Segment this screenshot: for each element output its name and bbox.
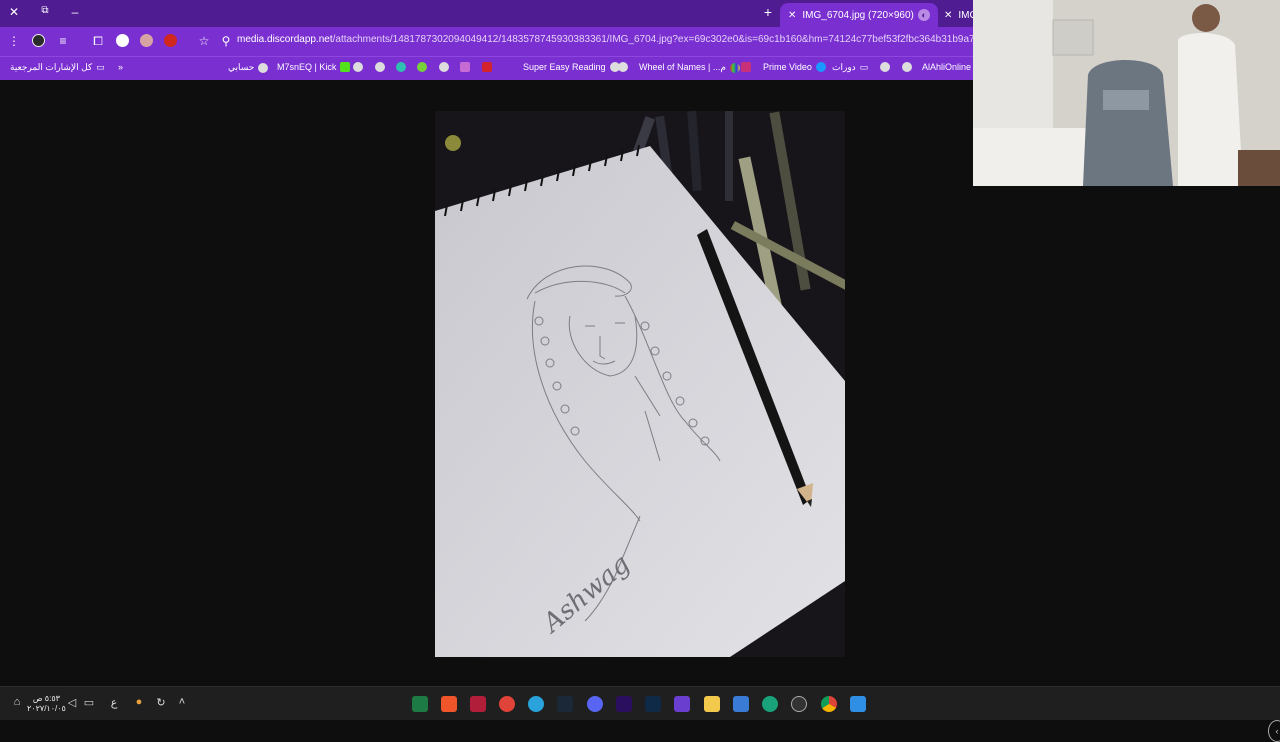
windows-icon[interactable] [850,696,866,712]
sidebar-toggle-icon[interactable]: ‹ [1268,720,1280,742]
tab-active[interactable]: ✕ IMG_6704.jpg (720×960) ◐ [780,3,938,27]
file-explorer-icon[interactable] [704,696,720,712]
webcam-feed [973,0,1280,186]
bookmarks-bar: كل الإشارات المرجعية ▭ » حسابي M7snEQ | K… [0,56,973,80]
bookmark-item[interactable] [741,62,755,72]
kick-icon [340,62,351,72]
close-tab-icon[interactable]: ✕ [788,10,796,21]
url-path: /attachments/1481787302094049412/1483578… [332,34,1025,45]
bookmark-item[interactable] [482,62,496,72]
discord-icon[interactable] [587,696,603,712]
tab-audio-icon[interactable]: ◐ [918,9,930,21]
bookmark-item[interactable]: حسابي [228,62,272,73]
chrome-icon[interactable] [821,696,837,712]
steam-icon[interactable] [557,696,573,712]
microphone-icon[interactable]: ● [132,696,146,708]
bookmark-item[interactable] [417,62,431,72]
telegram-icon[interactable] [528,696,544,712]
sync-icon[interactable]: ↻ [154,696,168,709]
bookmark-item[interactable] [618,62,632,72]
site-info-icon[interactable]: ⚲ [218,33,234,49]
close-tab-icon[interactable]: ✕ [944,10,952,21]
bookmark-item[interactable] [460,62,474,72]
flower-decoration [445,135,461,151]
image-photo[interactable]: Ashwag [435,111,845,657]
minimize-icon[interactable]: – [67,5,83,19]
edge-icon[interactable] [762,696,778,712]
close-window-icon[interactable]: ✕ [6,5,22,19]
bookmark-item[interactable] [353,62,367,72]
bookmark-item[interactable]: دورات ▭ [832,62,868,73]
tab-strip: ✕ ⧉ – + ✕ IMG_6704.jpg (720×960) ◐ ✕ IMG [0,0,977,27]
network-icon[interactable]: ▭ [82,696,96,709]
youtube-icon[interactable] [164,34,177,47]
extension-icon[interactable] [140,34,153,47]
taskbar: ⌂ ٥:٥٣ ص ٢٠٢٧/١٠/٠٥ ◁ ▭ ع ● ↻ ˄ [0,686,1280,720]
input-language[interactable]: ع [107,696,121,709]
bookmark-item[interactable]: M7snEQ | Kick [277,62,354,72]
bookmark-item[interactable]: Wheel of Names | ...م [639,62,744,73]
bookmark-item[interactable]: Super Easy Reading [523,62,624,72]
bookmark-item[interactable]: Prime Video [763,62,830,72]
extension-icon[interactable] [32,34,45,47]
tab-title: IMG_6704.jpg (720×960) [802,9,914,21]
restore-icon[interactable]: ⧉ [37,5,53,16]
purple-app-icon[interactable] [674,696,690,712]
red-app-icon[interactable] [499,696,515,712]
person-body [1178,33,1243,186]
bookmark-item[interactable] [439,62,453,72]
gaming-chair [1083,60,1173,186]
obs-icon[interactable] [791,696,807,712]
bookmark-item[interactable]: AlAhliOnline [902,62,971,72]
clock-time: ٥:٥٣ ص [32,694,60,703]
bookmark-item[interactable] [375,62,389,72]
clock[interactable]: ٥:٥٣ ص ٢٠٢٧/١٠/٠٥ [27,694,66,714]
new-tab-button[interactable]: + [760,4,776,20]
menu-icon[interactable]: ⋮ [6,33,22,49]
clock-date: ٢٠٢٧/١٠/٠٥ [27,704,66,713]
star-icon[interactable]: ☆ [196,33,212,49]
photoshop-icon[interactable] [645,696,661,712]
address-bar[interactable]: media.discordapp.net/attachments/1481787… [237,34,1025,45]
url-host: media.discordapp.net [237,34,333,45]
excel-icon[interactable] [412,696,428,712]
brave-icon[interactable] [441,696,457,712]
person-head [1192,4,1220,32]
app-a-icon[interactable] [470,696,486,712]
bookmark-item[interactable] [880,62,894,72]
chevron-up-icon[interactable]: ˄ [175,696,189,708]
toolbar: ⋮ ≡ ⧠ ☆ ⚲ media.discordapp.net/attachmen… [0,27,1025,56]
tab-next[interactable]: ✕ IMG [944,3,977,27]
volume-icon[interactable]: ◁ [65,696,79,709]
extension-icon[interactable] [116,34,129,47]
sketch-photo: Ashwag [435,111,845,657]
premiere-icon[interactable] [616,696,632,712]
notification-icon[interactable]: ⌂ [10,696,24,708]
bookmark-all[interactable]: كل الإشارات المرجعية ▭ [10,62,105,73]
puzzle-icon[interactable]: ⧠ [90,33,106,49]
bookmark-overflow[interactable]: » [118,62,123,72]
bookmark-item[interactable] [396,62,410,72]
store-icon[interactable] [733,696,749,712]
webcam-overlay [973,0,1280,186]
tab-search-icon[interactable]: ≡ [55,33,71,49]
